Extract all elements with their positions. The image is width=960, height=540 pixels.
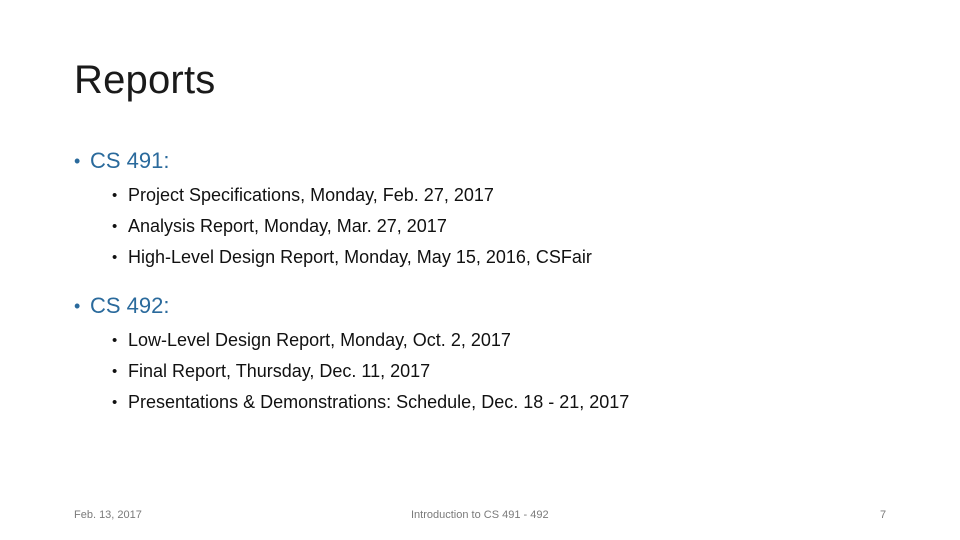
slide-content: • CS 491: • Project Specifications, Mond… bbox=[74, 142, 894, 432]
list-item-text: Analysis Report, Monday, Mar. 27, 2017 bbox=[128, 216, 447, 236]
list-item: • Project Specifications, Monday, Feb. 2… bbox=[112, 180, 894, 211]
section-cs492: • CS 492: • Low-Level Design Report, Mon… bbox=[74, 287, 894, 432]
section-item-list: • Project Specifications, Monday, Feb. 2… bbox=[112, 180, 894, 287]
bullet-icon: • bbox=[112, 394, 118, 411]
list-item: • High-Level Design Report, Monday, May … bbox=[112, 242, 894, 273]
section-heading: • CS 491: bbox=[74, 142, 894, 180]
bullet-icon: • bbox=[112, 249, 118, 266]
bullet-icon: • bbox=[112, 218, 118, 235]
slide-number: 7 bbox=[880, 509, 887, 521]
bullet-icon: • bbox=[74, 296, 81, 316]
section-heading-text: CS 491: bbox=[90, 148, 170, 173]
list-item: • Low-Level Design Report, Monday, Oct. … bbox=[112, 325, 894, 356]
slide: Reports • CS 491: • Project Specificatio… bbox=[0, 0, 960, 540]
list-item-text: Presentations & Demonstrations: Schedule… bbox=[128, 392, 630, 412]
list-item: • Final Report, Thursday, Dec. 11, 2017 bbox=[112, 356, 894, 387]
list-item-text: Final Report, Thursday, Dec. 11, 2017 bbox=[128, 361, 431, 381]
bullet-icon: • bbox=[112, 187, 118, 204]
slide-title: Reports bbox=[74, 58, 216, 102]
section-heading-text: CS 492: bbox=[90, 293, 170, 318]
section-item-list: • Low-Level Design Report, Monday, Oct. … bbox=[112, 325, 894, 432]
list-item: • Presentations & Demonstrations: Schedu… bbox=[112, 387, 894, 418]
footer-course-title: Introduction to CS 491 - 492 bbox=[411, 509, 549, 521]
list-item-text: Project Specifications, Monday, Feb. 27,… bbox=[128, 185, 494, 205]
list-item-text: Low-Level Design Report, Monday, Oct. 2,… bbox=[128, 330, 511, 350]
section-cs491: • CS 491: • Project Specifications, Mond… bbox=[74, 142, 894, 287]
section-heading: • CS 492: bbox=[74, 287, 894, 325]
list-item-text: High-Level Design Report, Monday, May 15… bbox=[128, 247, 592, 267]
footer-date: Feb. 13, 2017 bbox=[74, 509, 142, 521]
bullet-icon: • bbox=[74, 151, 81, 171]
list-item: • Analysis Report, Monday, Mar. 27, 2017 bbox=[112, 211, 894, 242]
bullet-icon: • bbox=[112, 363, 118, 380]
bullet-icon: • bbox=[112, 332, 118, 349]
